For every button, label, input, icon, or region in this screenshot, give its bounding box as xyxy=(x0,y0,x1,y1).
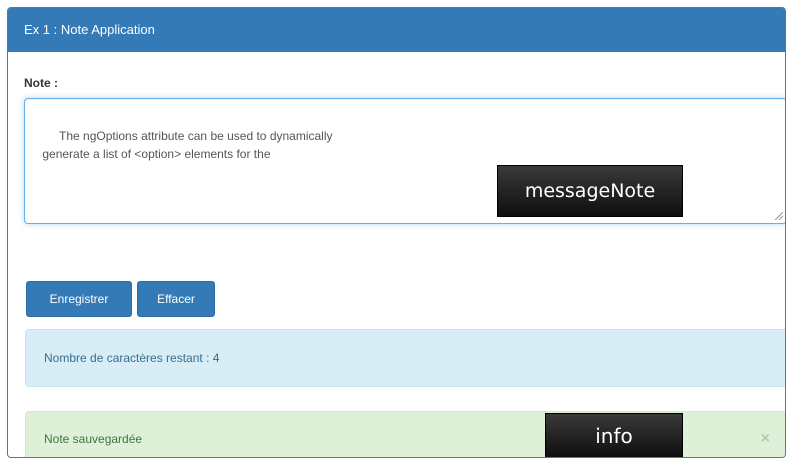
note-label: Note : xyxy=(24,76,58,90)
saved-text: Note sauvegardée xyxy=(44,432,143,446)
save-button[interactable]: Enregistrer xyxy=(26,281,132,317)
close-icon[interactable]: × xyxy=(761,412,770,457)
resize-handle-icon[interactable] xyxy=(775,212,783,220)
note-panel: Ex 1 : Note Application Note : The ngOpt… xyxy=(7,7,786,458)
clear-button[interactable]: Effacer xyxy=(137,281,215,317)
panel-title: Ex 1 : Note Application xyxy=(8,8,785,52)
message-note-tag: messageNote xyxy=(497,165,683,217)
remaining-chars-alert: Nombre de caractères restant : 4 xyxy=(25,329,785,387)
remaining-chars-text: Nombre de caractères restant : 4 xyxy=(44,351,220,365)
info-tag: info xyxy=(545,413,683,457)
note-text: The ngOptions attribute can be used to d… xyxy=(42,129,333,161)
